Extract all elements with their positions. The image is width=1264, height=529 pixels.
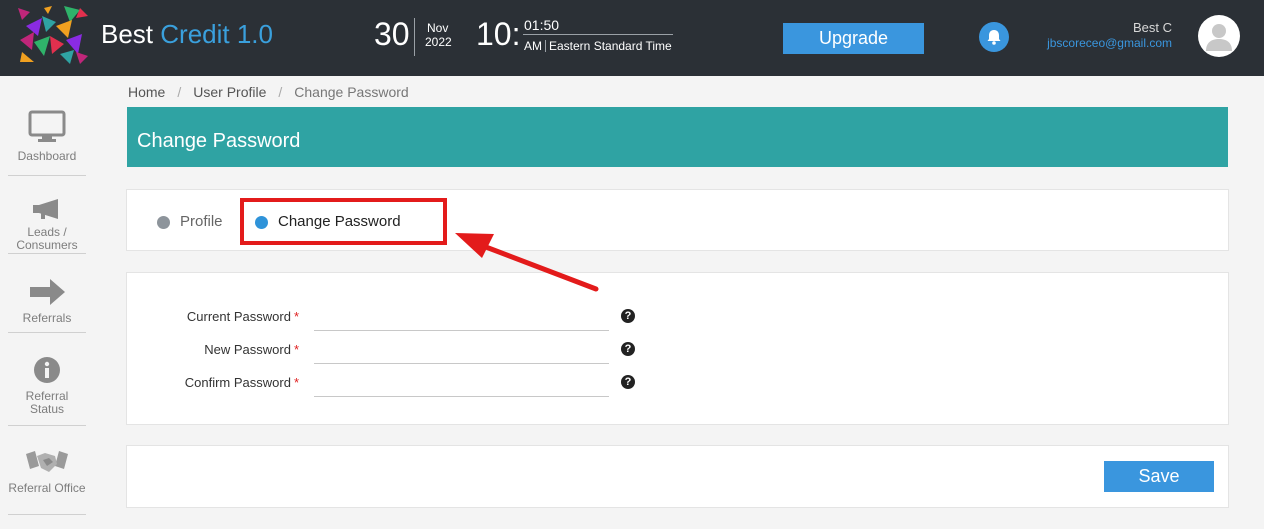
save-button[interactable]: Save — [1104, 461, 1214, 492]
brand-accent: Credit 1.0 — [160, 19, 273, 49]
form-actions: Save — [126, 445, 1229, 508]
sidebar-item-referral-status[interactable]: Referral Status — [8, 356, 86, 426]
user-name[interactable]: Best C — [1100, 20, 1172, 35]
avatar[interactable] — [1198, 15, 1240, 57]
time-minute: 01:50 — [524, 17, 560, 33]
confirm-password-field[interactable] — [314, 371, 609, 397]
confirm-password-label: Confirm Password * — [127, 375, 299, 390]
logo[interactable] — [16, 6, 90, 64]
megaphone-icon — [33, 199, 58, 219]
current-password-field[interactable] — [314, 305, 609, 331]
sidebar-item-label: Leads / Consumers — [16, 225, 78, 252]
help-icon[interactable]: ? — [621, 375, 635, 389]
help-icon[interactable]: ? — [621, 309, 635, 323]
required-mark: * — [293, 342, 299, 357]
sidebar-item-label: Dashboard — [17, 149, 77, 163]
required-mark: * — [293, 309, 299, 324]
field-label: Confirm Password — [184, 375, 291, 390]
current-password-label: Current Password * — [127, 309, 299, 324]
top-bar: Best Credit 1.0 30 Nov 2022 10: 01:50 AM… — [0, 0, 1264, 76]
sidebar: Dashboard Leads / Consumers Referrals Re… — [0, 76, 95, 529]
handshake-icon — [26, 451, 68, 472]
breadcrumb-home[interactable]: Home — [128, 84, 165, 100]
notifications-button[interactable] — [979, 22, 1009, 52]
breadcrumb-separator: / — [177, 84, 182, 100]
page-header: Change Password — [127, 107, 1228, 167]
sidebar-item-referrals[interactable]: Referrals — [8, 278, 86, 333]
sidebar-item-label: Referrals — [22, 311, 72, 325]
page-title: Change Password — [137, 130, 301, 152]
new-password-label: New Password * — [127, 342, 299, 357]
radio-dot-icon — [157, 216, 170, 229]
date-divider — [414, 18, 415, 56]
required-mark: * — [293, 375, 299, 390]
field-label: New Password — [204, 342, 291, 357]
sidebar-item-referral-office[interactable]: Referral Office — [8, 448, 86, 515]
timezone: Eastern Standard Time — [549, 39, 672, 53]
field-label: Current Password — [186, 309, 291, 324]
user-email[interactable]: jbscoreceo@gmail.com — [1040, 36, 1172, 50]
monitor-icon — [28, 110, 66, 142]
breadcrumb-user-profile[interactable]: User Profile — [193, 84, 266, 100]
tab-label: Profile — [180, 213, 223, 230]
sidebar-item-label: Referral Office — [8, 481, 86, 495]
time-ampm: AM — [524, 39, 542, 53]
new-password-field[interactable] — [314, 338, 609, 364]
info-icon — [34, 357, 60, 383]
time-divider — [523, 34, 673, 35]
breadcrumb: Home / User Profile / Change Password — [128, 84, 409, 100]
sidebar-item-label: Referral Status — [25, 389, 69, 416]
help-icon[interactable]: ? — [621, 342, 635, 356]
arrow-right-icon — [30, 279, 65, 305]
time-hour: 10: — [476, 16, 521, 52]
date-year: 2022 — [425, 35, 452, 49]
upgrade-button[interactable]: Upgrade — [783, 23, 924, 54]
brand-primary: Best — [101, 19, 154, 49]
sidebar-item-dashboard[interactable]: Dashboard — [8, 110, 86, 176]
sidebar-item-leads[interactable]: Leads / Consumers — [8, 198, 86, 254]
date-month: Nov — [427, 21, 449, 35]
user-icon — [1206, 24, 1232, 51]
bell-icon — [987, 30, 1001, 45]
change-password-form: Current Password * ? New Password * ? Conf… — [126, 272, 1229, 425]
date-day: 30 — [374, 16, 410, 52]
highlight-box — [240, 198, 447, 245]
breadcrumb-current: Change Password — [294, 84, 409, 100]
breadcrumb-separator: / — [278, 84, 283, 100]
timezone-divider — [545, 40, 546, 52]
app-title[interactable]: Best Credit 1.0 — [101, 19, 273, 50]
